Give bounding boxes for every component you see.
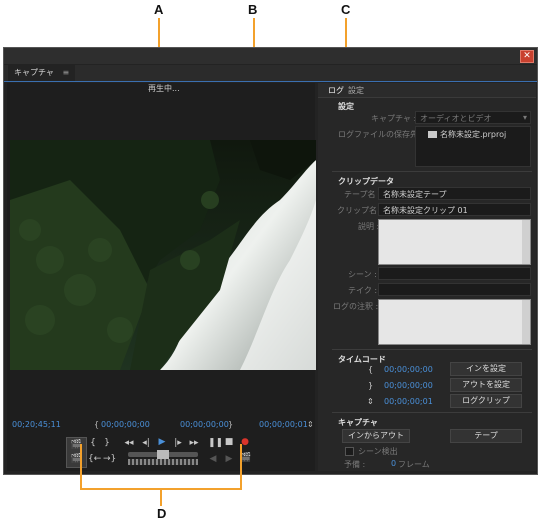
rewind-icon[interactable]: ◂◂ — [124, 438, 134, 448]
timecode-duration-value[interactable]: 00;00;00;01 — [384, 397, 433, 406]
tape-name-field[interactable]: 名称未設定テープ — [378, 187, 531, 200]
goto-out-icon[interactable]: →} — [103, 454, 116, 464]
log-note-label: ログの注釈 : — [333, 302, 379, 311]
capture-label: キャプチャ : — [371, 114, 417, 123]
description-label: 説明 : — [358, 222, 380, 231]
divider — [332, 171, 532, 172]
tab-capture-label: キャプチャ — [14, 68, 54, 77]
callout-d-left — [80, 444, 82, 489]
folder-icon — [428, 131, 437, 138]
out-point-icon: } — [228, 420, 234, 429]
fast-forward-icon[interactable]: ▸▸ — [189, 438, 199, 448]
goto-in-icon[interactable]: {← — [88, 454, 101, 464]
tab-log[interactable]: ログ — [328, 85, 344, 96]
in-point-timecode[interactable]: 00;00;00;00 — [101, 420, 150, 429]
chevron-down-icon: ▾ — [522, 113, 527, 122]
video-frame-image — [10, 140, 316, 370]
set-in-icon[interactable]: { — [88, 438, 98, 448]
tape-name-value: 名称未設定テープ — [383, 190, 447, 199]
take-field[interactable] — [378, 283, 531, 296]
capture-clip-group: 🎬 🎬 — [66, 437, 87, 468]
save-location-label: ログファイルの保存先 : — [338, 130, 424, 139]
set-out-button[interactable]: アウトを設定 — [450, 378, 522, 392]
take-label: テイク : — [348, 286, 378, 295]
log-note-textarea[interactable] — [378, 299, 531, 345]
play-icon[interactable]: ▶ — [157, 437, 167, 447]
timecode-heading: タイムコード — [338, 355, 386, 364]
callout-c: C — [341, 2, 351, 17]
settings-heading: 設定 — [338, 102, 354, 111]
scene-detect-label: シーン検出 — [358, 447, 398, 456]
log-clip-button[interactable]: ログクリップ — [450, 394, 522, 408]
playback-status: 再生中... — [148, 84, 180, 93]
tab-settings[interactable]: 設定 — [348, 85, 364, 96]
stop-icon[interactable]: ■ — [224, 437, 234, 447]
description-textarea[interactable] — [378, 219, 531, 265]
duration-timecode[interactable]: 00;00;00;01 — [259, 420, 308, 429]
timecode-in-icon: { — [368, 365, 374, 374]
prev-scene-icon: ◀ — [209, 454, 217, 464]
pause-icon[interactable]: ❚❚ — [208, 438, 223, 448]
jog-wheel[interactable] — [128, 459, 198, 465]
handles-label: 予備 : — [344, 460, 366, 469]
capture-select-value: オーディオとビデオ — [420, 114, 492, 123]
shuttle-handle[interactable] — [157, 450, 169, 459]
next-scene-icon: ▶ — [225, 454, 233, 464]
timecode-out-value[interactable]: 00;00;00;00 — [384, 381, 433, 390]
current-timecode[interactable]: 00;20;45;11 — [12, 420, 61, 429]
clip-name-label: クリップ名 : — [337, 206, 383, 215]
tape-button[interactable]: テープ — [450, 429, 522, 443]
save-location-field[interactable]: 名称未設定.prproj — [415, 126, 531, 167]
title-bar: ✕ — [4, 48, 537, 64]
callout-d-right — [240, 444, 242, 489]
divider — [332, 412, 532, 413]
capture-select[interactable]: オーディオとビデオ ▾ — [415, 111, 531, 124]
in-point-icon: { — [94, 420, 100, 429]
description-scrollbar[interactable] — [522, 220, 530, 264]
set-out-icon[interactable]: } — [102, 438, 112, 448]
step-forward-icon[interactable]: |▸ — [173, 438, 183, 448]
log-note-scrollbar[interactable] — [522, 300, 530, 344]
scene-field[interactable] — [378, 267, 531, 280]
scene-label: シーン : — [348, 270, 377, 279]
handles-value[interactable]: 0 — [391, 459, 396, 468]
capture-window: ✕ キャプチャ ≡ 再生中... 00;20;45;11 {00;00;00;… — [3, 47, 538, 475]
scene-detect-checkbox[interactable] — [345, 447, 354, 456]
clip-data-heading: クリップデータ — [338, 177, 394, 186]
clip-name-value: 名称未設定クリップ 01 — [383, 206, 468, 215]
callout-b: B — [248, 2, 258, 17]
divider — [332, 349, 532, 350]
out-point-timecode[interactable]: 00;00;00;00 — [180, 420, 229, 429]
callout-d: D — [157, 506, 167, 521]
shuttle-slider[interactable] — [128, 450, 198, 459]
set-in-button[interactable]: インを設定 — [450, 362, 522, 376]
tab-menu-icon[interactable]: ≡ — [62, 68, 69, 77]
timecode-in-value[interactable]: 00;00;00;00 — [384, 365, 433, 374]
timecode-duration-icon: ⇕ — [367, 397, 374, 406]
tab-capture[interactable]: キャプチャ ≡ — [8, 65, 76, 81]
clip-name-field[interactable]: 名称未設定クリップ 01 — [378, 203, 531, 216]
callout-a: A — [154, 2, 164, 17]
timecode-out-icon: } — [368, 381, 374, 390]
log-settings-panel: ログ 設定 設定 キャプチャ : オーディオとビデオ ▾ ログファイルの保存先 … — [318, 83, 536, 471]
tab-strip: キャプチャ ≡ — [4, 65, 537, 82]
callout-d-stem — [160, 490, 162, 506]
in-out-button[interactable]: インからアウト — [342, 429, 410, 443]
panel-tab-strip: ログ 設定 — [318, 83, 536, 98]
capture-heading: キャプチャ — [338, 418, 378, 427]
tape-name-label: テープ名 : — [344, 190, 381, 199]
duration-icon: ⇕ — [307, 420, 314, 429]
frames-label: フレーム — [398, 460, 430, 469]
video-preview — [10, 140, 316, 370]
save-location-value: 名称未設定.prproj — [440, 130, 507, 139]
step-back-icon[interactable]: ◂| — [141, 438, 151, 448]
close-icon[interactable]: ✕ — [520, 50, 534, 63]
